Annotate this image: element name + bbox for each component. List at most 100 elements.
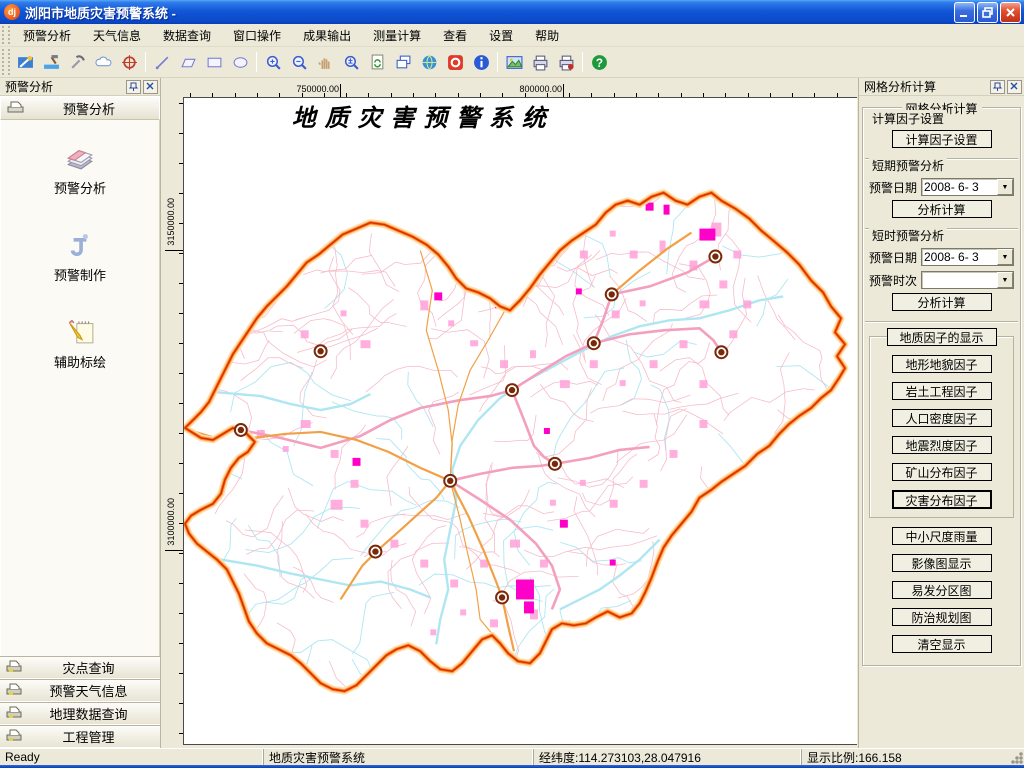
rectangle-tool-icon[interactable] [201, 50, 227, 74]
left-section-2[interactable]: 预警天气信息 [0, 679, 160, 702]
factor-display-header-button[interactable]: 地质因子的显示 [887, 328, 997, 346]
chevron-down-icon[interactable]: ▼ [997, 179, 1013, 195]
toolbar-separator [582, 52, 583, 72]
chevron-down-icon[interactable]: ▼ [997, 272, 1013, 288]
menu-item-1[interactable]: 预警分析 [12, 24, 82, 47]
left-tool-1[interactable]: 预警分析 [54, 142, 106, 197]
left-panel-header[interactable]: 预警分析 [0, 96, 160, 120]
right-panel-title: 网格分析计算 [864, 78, 988, 95]
chevron-down-icon[interactable]: ▼ [997, 249, 1013, 265]
pin-icon[interactable] [126, 80, 141, 94]
map-canvas[interactable]: 地质灾害预警系统 [183, 97, 857, 745]
refresh-icon[interactable] [364, 50, 390, 74]
status-bar: Ready 地质灾害预警系统 经纬度:114.273103,28.047916 … [0, 748, 1024, 765]
factor-setting-button[interactable]: 计算因子设置 [892, 130, 992, 148]
pick-tool-icon[interactable] [64, 50, 90, 74]
factor-button[interactable]: 灾害分布因子 [892, 490, 992, 509]
toolbar-grip[interactable] [2, 49, 10, 75]
image-view-icon[interactable] [501, 50, 527, 74]
town-marker[interactable] [709, 251, 721, 263]
pan-hand-icon[interactable] [312, 50, 338, 74]
line-tool-icon[interactable] [149, 50, 175, 74]
town-marker[interactable] [315, 345, 327, 357]
minimize-button[interactable] [954, 2, 975, 23]
left-section-3[interactable]: 地理数据查询 [0, 702, 160, 725]
menu-item-5[interactable]: 成果输出 [292, 24, 362, 47]
warning-date-combo[interactable]: 2008- 6- 3▼ [921, 248, 1014, 266]
flood-tool-icon[interactable] [38, 50, 64, 74]
left-tool-3[interactable]: 辅助标绘 [54, 316, 106, 371]
right-panel: 网格分析计算 网格分析计算 计算因子设置计算因子设置短期预警分析预警日期2008… [858, 78, 1024, 748]
aux-plot-icon [65, 316, 95, 347]
map-display-button[interactable]: 清空显示 [892, 635, 992, 653]
close-button[interactable] [1000, 2, 1021, 23]
ruler-major-tick [165, 550, 183, 551]
warning-analysis-icon[interactable] [12, 50, 38, 74]
analysis-calc-button[interactable]: 分析计算 [892, 293, 992, 311]
menu-item-7[interactable]: 查看 [432, 24, 478, 47]
factor-button[interactable]: 地形地貌因子 [892, 355, 992, 373]
restore-button[interactable] [977, 2, 998, 23]
map-display-button[interactable]: 防治规划图 [892, 608, 992, 626]
warning-date-combo[interactable]: 2008- 6- 3▼ [921, 178, 1014, 196]
info-icon[interactable] [468, 50, 494, 74]
menu-bar: 预警分析天气信息数据查询窗口操作成果输出测量计算查看设置帮助 [0, 24, 1024, 47]
fax-icon [6, 682, 23, 699]
pin-icon[interactable] [990, 80, 1005, 94]
field-label: 预警日期 [869, 179, 921, 196]
polygon-tool-icon[interactable] [175, 50, 201, 74]
town-marker[interactable] [715, 346, 727, 358]
left-panel-titlebar: 预警分析 [0, 78, 160, 96]
town-marker[interactable] [369, 546, 381, 558]
print-icon[interactable] [527, 50, 553, 74]
zoom-in-icon[interactable] [260, 50, 286, 74]
factor-button[interactable]: 矿山分布因子 [892, 463, 992, 481]
menu-item-3[interactable]: 数据查询 [152, 24, 222, 47]
target-icon[interactable] [116, 50, 142, 74]
zoom-out-icon[interactable] [286, 50, 312, 74]
factor-button[interactable]: 地震烈度因子 [892, 436, 992, 454]
factor-groupbox: 地质因子的显示地形地貌因子岩土工程因子人口密度因子地震烈度因子矿山分布因子灾害分… [869, 336, 1014, 518]
warning-make-icon [65, 229, 95, 260]
menu-item-6[interactable]: 测量计算 [362, 24, 432, 47]
town-marker[interactable] [606, 288, 618, 300]
menu-item-8[interactable]: 设置 [478, 24, 524, 47]
cloud-icon[interactable] [90, 50, 116, 74]
map-display-button[interactable]: 易发分区图 [892, 581, 992, 599]
print-preview-icon[interactable] [553, 50, 579, 74]
globe-icon[interactable] [416, 50, 442, 74]
town-marker[interactable] [444, 475, 456, 487]
menu-item-4[interactable]: 窗口操作 [222, 24, 292, 47]
menu-item-9[interactable]: 帮助 [524, 24, 570, 47]
menu-grip[interactable] [2, 26, 10, 44]
ruler-major-tick [165, 250, 183, 251]
town-marker[interactable] [588, 337, 600, 349]
cascade-windows-icon[interactable] [390, 50, 416, 74]
town-marker[interactable] [496, 591, 508, 603]
town-marker[interactable] [235, 424, 247, 436]
horizontal-ruler: 750000.00800000.00 [183, 84, 857, 97]
status-system-name: 地质灾害预警系统 [263, 749, 533, 765]
left-section-label: 地理数据查询 [23, 704, 154, 723]
help-icon[interactable]: ? [586, 50, 612, 74]
left-section-1[interactable]: 灾点查询 [0, 656, 160, 679]
warning-time-combo[interactable]: ▼ [921, 271, 1014, 289]
left-tool-2[interactable]: 预警制作 [54, 229, 106, 284]
factor-button[interactable]: 岩土工程因子 [892, 382, 992, 400]
town-marker[interactable] [549, 458, 561, 470]
ellipse-tool-icon[interactable] [227, 50, 253, 74]
town-marker[interactable] [506, 384, 518, 396]
menu-item-2[interactable]: 天气信息 [82, 24, 152, 47]
close-icon[interactable] [1007, 80, 1022, 94]
resize-grip[interactable] [1010, 751, 1023, 764]
map-display-button[interactable]: 影像图显示 [892, 554, 992, 572]
left-section-4[interactable]: 工程管理 [0, 725, 160, 748]
form-row: 预警日期2008- 6- 3▼ [869, 248, 1014, 266]
map-display-button[interactable]: 中小尺度雨量 [892, 527, 992, 545]
analysis-calc-button[interactable]: 分析计算 [892, 200, 992, 218]
fax-icon [6, 659, 23, 676]
factor-button[interactable]: 人口密度因子 [892, 409, 992, 427]
close-icon[interactable] [143, 80, 158, 94]
zoom-extent-icon[interactable] [338, 50, 364, 74]
stop-icon[interactable] [442, 50, 468, 74]
